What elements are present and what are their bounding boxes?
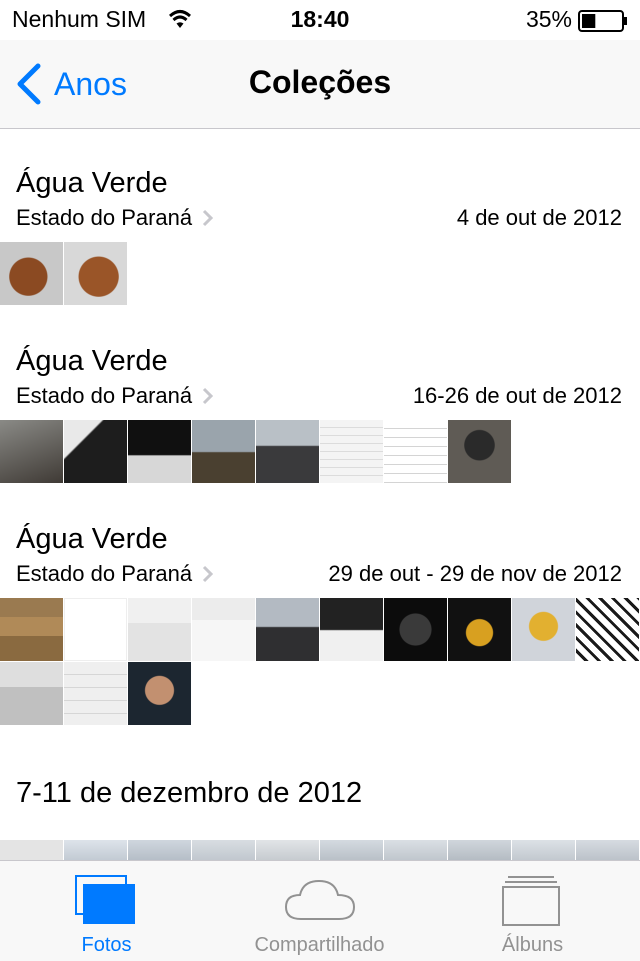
thumbnail-grid: [0, 598, 640, 726]
tab-label: Álbuns: [501, 934, 564, 956]
albums-icon: [502, 876, 560, 926]
moment-location-link[interactable]: Estado do Paraná: [16, 205, 214, 231]
photo-thumbnail[interactable]: [64, 840, 127, 860]
moment-title[interactable]: Água Verde: [16, 523, 168, 556]
photo-thumbnail[interactable]: [256, 598, 319, 661]
moment-title[interactable]: Água Verde: [16, 167, 168, 200]
moment-date: 4 de out de 2012: [456, 205, 622, 230]
photo-thumbnail[interactable]: [0, 420, 63, 483]
tab-bar: Fotos Compartilhado Álbuns: [0, 860, 640, 961]
photos-icon: [75, 875, 135, 924]
photo-thumbnail[interactable]: [192, 420, 255, 483]
moment-title[interactable]: 7-11 de dezembro de 2012: [16, 777, 362, 810]
photo-thumbnail[interactable]: [320, 840, 383, 860]
photo-thumbnail[interactable]: [512, 840, 575, 860]
photo-thumbnail[interactable]: [320, 420, 383, 483]
photo-thumbnail[interactable]: [384, 840, 447, 860]
moment-date: 16-26 de out de 2012: [412, 383, 622, 408]
moment-location: Estado do Paraná: [16, 383, 193, 408]
photo-thumbnail[interactable]: [0, 242, 63, 305]
photo-thumbnail[interactable]: [128, 662, 191, 725]
moment-location-link[interactable]: Estado do Paraná: [16, 383, 214, 409]
photo-thumbnail[interactable]: [0, 840, 63, 860]
moment-title[interactable]: Água Verde: [16, 345, 168, 378]
thumbnail-grid: [0, 242, 640, 306]
tab-label: Fotos: [81, 934, 132, 956]
photo-thumbnail[interactable]: [64, 598, 127, 661]
photo-thumbnail[interactable]: [128, 598, 191, 661]
tab-label: Compartilhado: [254, 934, 385, 956]
moment-date: 29 de out - 29 de nov de 2012: [328, 561, 622, 586]
thumbnail-grid: [0, 840, 640, 860]
photo-thumbnail[interactable]: [0, 662, 63, 725]
photo-thumbnail[interactable]: [384, 420, 447, 483]
collections-list: Água Verde Estado do Paraná 4 de out de …: [0, 129, 640, 860]
photo-thumbnail[interactable]: [128, 840, 191, 860]
photo-thumbnail[interactable]: [448, 840, 511, 860]
moment-location-link[interactable]: Estado do Paraná: [16, 561, 214, 587]
navigation-bar: Anos Coleções: [0, 40, 640, 129]
battery-percent: 35%: [525, 6, 572, 32]
chevron-right-icon: [203, 565, 214, 583]
tab-compartilhado[interactable]: Compartilhado: [213, 861, 426, 961]
status-bar: Nenhum SIM 18:40 35%: [0, 0, 640, 40]
moment-location: Estado do Paraná: [16, 205, 193, 230]
cloud-icon: [284, 879, 356, 920]
tab-fotos[interactable]: Fotos: [0, 861, 213, 961]
photo-thumbnail[interactable]: [64, 420, 127, 483]
photo-thumbnail[interactable]: [384, 598, 447, 661]
photo-thumbnail[interactable]: [448, 598, 511, 661]
chevron-right-icon: [203, 387, 214, 405]
photo-thumbnail[interactable]: [192, 598, 255, 661]
photo-thumbnail[interactable]: [256, 420, 319, 483]
moment-location: Estado do Paraná: [16, 561, 193, 586]
page-title: Coleções: [248, 64, 392, 100]
photo-thumbnail[interactable]: [448, 420, 511, 483]
photo-thumbnail[interactable]: [320, 598, 383, 661]
photo-thumbnail[interactable]: [64, 242, 127, 305]
photo-thumbnail[interactable]: [64, 662, 127, 725]
photo-thumbnail[interactable]: [512, 598, 575, 661]
photo-thumbnail[interactable]: [192, 840, 255, 860]
photo-thumbnail[interactable]: [256, 840, 319, 860]
photo-thumbnail[interactable]: [576, 840, 639, 860]
photo-thumbnail[interactable]: [128, 420, 191, 483]
thumbnail-grid: [0, 420, 640, 484]
chevron-right-icon: [203, 209, 214, 227]
photo-thumbnail[interactable]: [576, 598, 639, 661]
tab-albuns[interactable]: Álbuns: [426, 861, 639, 961]
battery-icon: [578, 10, 627, 32]
photo-thumbnail[interactable]: [0, 598, 63, 661]
